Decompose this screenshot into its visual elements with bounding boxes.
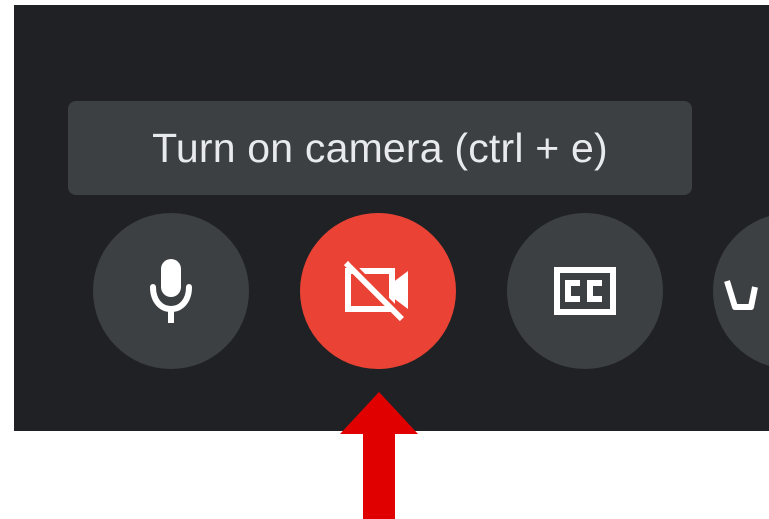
video-off-icon [342,261,414,321]
camera-tooltip: Turn on camera (ctrl + e) [68,101,692,195]
camera-toggle-button[interactable] [300,213,456,369]
raise-hand-button[interactable] [713,213,769,369]
hand-icon [721,267,761,315]
tooltip-text: Turn on camera (ctrl + e) [152,124,608,171]
annotation-arrow-icon [340,392,418,519]
meeting-control-bar: Turn on camera (ctrl + e) [14,5,769,431]
closed-captions-icon [554,267,616,315]
captions-button[interactable] [507,213,663,369]
microphone-button[interactable] [93,213,249,369]
microphone-icon [149,259,193,323]
screenshot-frame: Turn on camera (ctrl + e) [0,0,769,519]
